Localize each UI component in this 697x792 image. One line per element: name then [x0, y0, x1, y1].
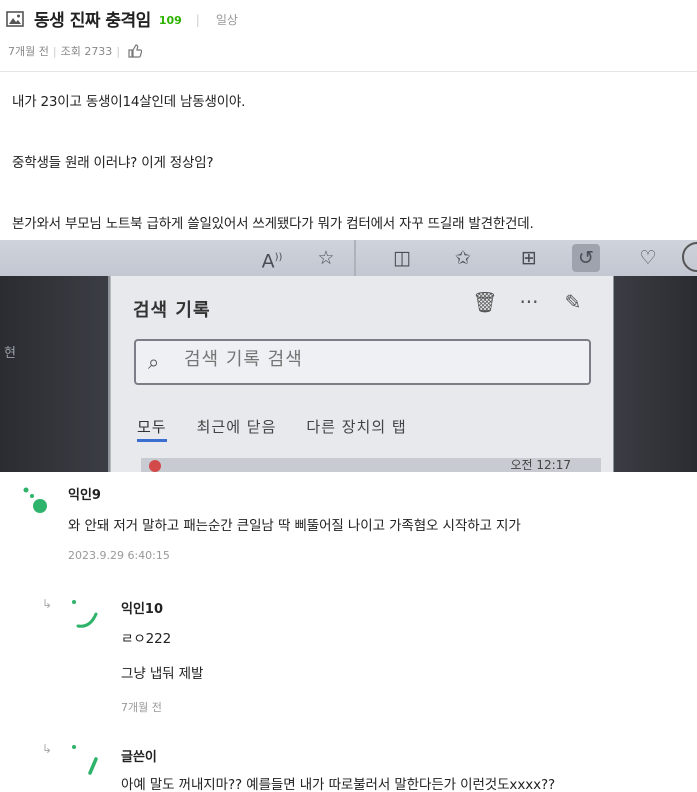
trash-icon: 🗑: [472, 290, 498, 314]
history-search-input: [184, 349, 564, 370]
more-icon: ···: [519, 290, 539, 314]
tab-recently-closed: 최근에 닫음: [196, 418, 277, 436]
history-tabs: 모두 최근에 닫음 다른 장치의 탭: [137, 416, 437, 442]
avatar-icon: [72, 600, 102, 630]
panel-icons: 🗑 ··· ✎: [463, 290, 595, 314]
history-panel: 검색 기록 🗑 ··· ✎ ⌕ 모두 최근에 닫음 다른 장치의 탭 오전 12…: [110, 276, 613, 472]
profile-icon: [682, 242, 697, 272]
reply-arrow-icon: ↳: [42, 742, 53, 756]
history-icon: ↺: [572, 244, 600, 272]
left-glyph: 현: [4, 346, 16, 361]
toolbar-divider: [354, 240, 356, 276]
dark-background-right: [614, 276, 697, 472]
tab-all: 모두: [137, 416, 167, 442]
reply-arrow-icon: ↳: [42, 597, 53, 611]
meta-separator: |: [116, 44, 121, 58]
board-name[interactable]: 일상: [216, 11, 238, 28]
favorites-icon: ✩: [455, 247, 471, 269]
history-entry-partial: 오전 12:17: [141, 458, 601, 472]
pin-icon: ✎: [564, 290, 582, 314]
meta-separator: |: [52, 44, 57, 58]
browser-toolbar: A)) ☆ ◫ ✩ ⊞ ↺ ♡: [0, 240, 697, 276]
post-body-line-3: 본가와서 부모님 노트북 급하게 쓸일있어서 쓰게됐다가 뭐가 컴터에서 자꾸 …: [12, 216, 534, 232]
comment-text-line-1: ㄹㅇ222: [121, 631, 172, 647]
search-icon: ⌕: [148, 350, 160, 374]
history-search-box: ⌕: [134, 339, 591, 385]
history-panel-title: 검색 기록: [133, 300, 211, 321]
tab-other-devices: 다른 장치의 탭: [306, 418, 407, 436]
view-count: 조회 2733: [60, 45, 113, 58]
comment-date: 2023.9.29 6:40:15: [68, 549, 170, 562]
split-screen-icon: ◫: [393, 247, 411, 269]
comment-date: 7개월 전: [121, 701, 162, 714]
collections-icon: ⊞: [521, 247, 537, 269]
post-photo[interactable]: A)) ☆ ◫ ✩ ⊞ ↺ ♡ 현 검색 기록 🗑 ··· ✎ ⌕ 모두 최근에…: [0, 240, 697, 472]
post-body-line-2: 중학생들 원래 이러냐? 이게 정상임?: [12, 155, 214, 171]
history-entry-time: 오전 12:17: [510, 458, 571, 472]
post-header: 동생 진짜 충격임 109 | 일상 7개월 전 | 조회 2733 |: [0, 0, 697, 72]
site-favicon-icon: [149, 460, 161, 472]
read-aloud-icon: A)): [261, 250, 283, 273]
health-icon: ♡: [639, 247, 657, 269]
meta-row: 7개월 전 | 조회 2733 |: [8, 43, 143, 59]
avatar-icon: [72, 745, 102, 785]
comment-text: 와 안돼 저거 말하고 패는순간 큰일남 딱 삐뚤어질 나이고 가족혐오 시작하…: [68, 518, 521, 534]
comment-text: 아예 말도 꺼내지마?? 예를들면 내가 따로불러서 말한다든가 이런것도xxx…: [121, 777, 556, 792]
avatar-icon: [22, 486, 52, 516]
comment-count[interactable]: 109: [159, 14, 182, 27]
title-row: 동생 진짜 충격임 109 | 일상: [6, 6, 238, 31]
post-title: 동생 진짜 충격임: [34, 11, 151, 31]
comment-author[interactable]: 익인9: [68, 484, 101, 503]
image-post-icon: [6, 10, 24, 27]
comment-text-line-2: 그냥 냅둬 제발: [121, 666, 204, 682]
thumbs-up-icon[interactable]: [128, 44, 143, 58]
title-separator: |: [195, 12, 200, 27]
post-time: 7개월 전: [8, 45, 49, 58]
comment-author[interactable]: 글쓴이: [121, 746, 157, 765]
star-icon: ☆: [317, 247, 335, 269]
dark-background-left: 현: [0, 276, 108, 472]
post-body-line-1: 내가 23이고 동생이14살인데 남동생이야.: [12, 94, 246, 110]
comment-author[interactable]: 익인10: [121, 598, 163, 617]
